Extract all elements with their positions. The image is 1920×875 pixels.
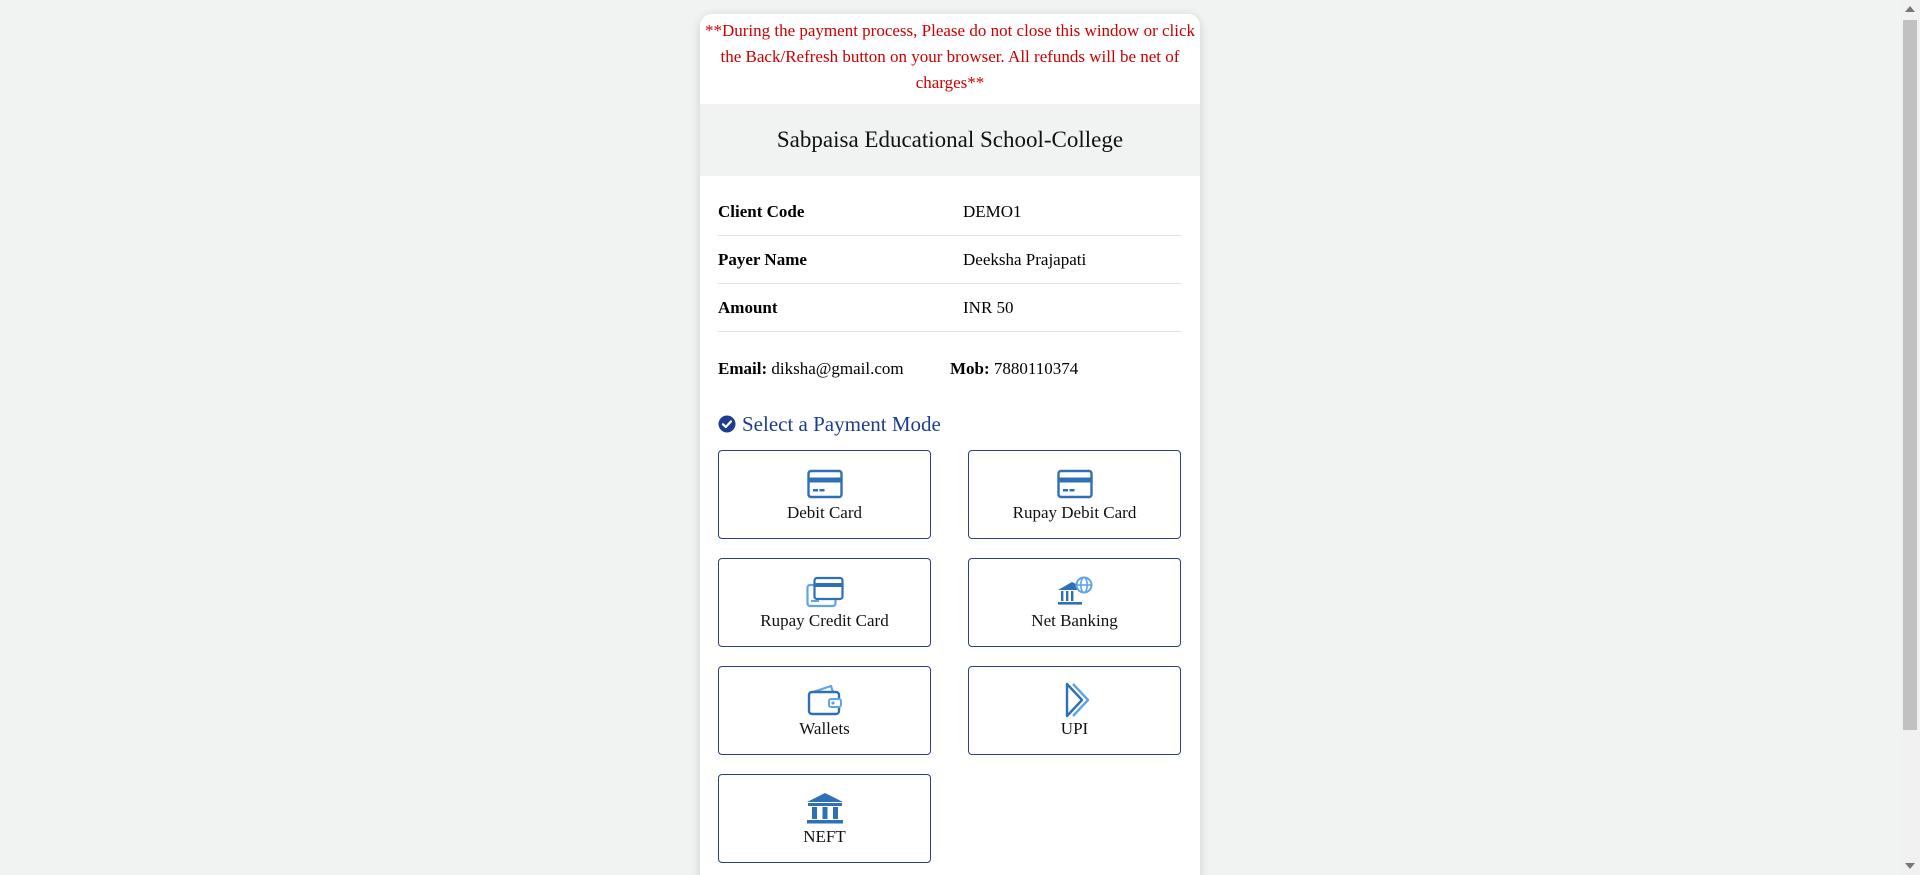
payment-mode-label: Rupay Credit Card xyxy=(760,610,889,630)
scroll-up-arrow-icon[interactable] xyxy=(1905,6,1915,12)
mobile-label: Mob: xyxy=(950,359,990,378)
detail-value: Deeksha Prajapati xyxy=(963,249,1087,269)
payment-mode-label: Net Banking xyxy=(1031,610,1118,630)
payment-mode-net-banking[interactable]: Net Banking xyxy=(968,558,1181,647)
detail-value: DEMO1 xyxy=(963,201,1022,221)
payment-page: **During the payment process, Please do … xyxy=(0,0,1920,875)
scroll-down-arrow-icon[interactable] xyxy=(1905,863,1915,869)
transaction-details: Client Code DEMO1 Payer Name Deeksha Pra… xyxy=(700,176,1200,863)
payment-mode-heading-text: Select a Payment Mode xyxy=(742,411,941,436)
page-scrollbar[interactable] xyxy=(1900,0,1920,875)
detail-value: INR 50 xyxy=(963,297,1014,317)
card-icon xyxy=(1055,467,1095,501)
warning-message: **During the payment process, Please do … xyxy=(704,21,1196,92)
payment-mode-grid: Debit Card Rupay Debit Card Rupay Credit… xyxy=(718,450,1182,863)
payment-mode-heading: Select a Payment Mode xyxy=(718,408,1182,440)
payment-mode-debit-card[interactable]: Debit Card xyxy=(718,450,931,539)
detail-row-payer-name: Payer Name Deeksha Prajapati xyxy=(718,236,1182,284)
payment-mode-label: Rupay Debit Card xyxy=(1012,502,1137,522)
check-circle-icon xyxy=(718,415,736,433)
payment-mode-rupay-debit-card[interactable]: Rupay Debit Card xyxy=(968,450,1181,539)
detail-label: Client Code xyxy=(718,201,805,221)
payment-mode-upi[interactable]: UPI xyxy=(968,666,1181,755)
payment-mode-wallets[interactable]: Wallets xyxy=(718,666,931,755)
payment-mode-rupay-credit-card[interactable]: Rupay Credit Card xyxy=(718,558,931,647)
upi-icon xyxy=(1055,682,1095,717)
payment-mode-label: UPI xyxy=(1060,718,1089,738)
payment-mode-label: Wallets xyxy=(799,718,850,738)
email-info: Email: diksha@gmail.com xyxy=(718,359,950,379)
detail-row-amount: Amount INR 50 xyxy=(718,284,1182,332)
contact-info: Email: diksha@gmail.com Mob: 7880110374 xyxy=(718,332,1182,402)
mobile-info: Mob: 7880110374 xyxy=(950,359,1182,379)
detail-row-client-code: Client Code DEMO1 xyxy=(718,188,1182,236)
mobile-value: 7880110374 xyxy=(993,359,1079,378)
detail-label: Payer Name xyxy=(718,249,807,269)
merchant-name: Sabpaisa Educational School-College xyxy=(776,127,1124,152)
payment-mode-label: NEFT xyxy=(803,826,846,846)
stacked-card-icon xyxy=(805,575,845,609)
payment-mode-label: Debit Card xyxy=(786,502,863,522)
email-label: Email: xyxy=(718,359,768,378)
scrollbar-thumb[interactable] xyxy=(1903,20,1917,730)
wallet-icon xyxy=(805,683,845,717)
detail-label: Amount xyxy=(718,297,778,317)
payment-card: **During the payment process, Please do … xyxy=(700,14,1200,875)
payment-mode-neft[interactable]: NEFT xyxy=(718,774,931,863)
card-icon xyxy=(805,467,845,501)
bank-building-icon xyxy=(805,791,845,825)
merchant-title-bar: Sabpaisa Educational School-College xyxy=(700,104,1200,176)
bank-globe-icon xyxy=(1055,575,1095,609)
email-value: diksha@gmail.com xyxy=(771,359,904,378)
